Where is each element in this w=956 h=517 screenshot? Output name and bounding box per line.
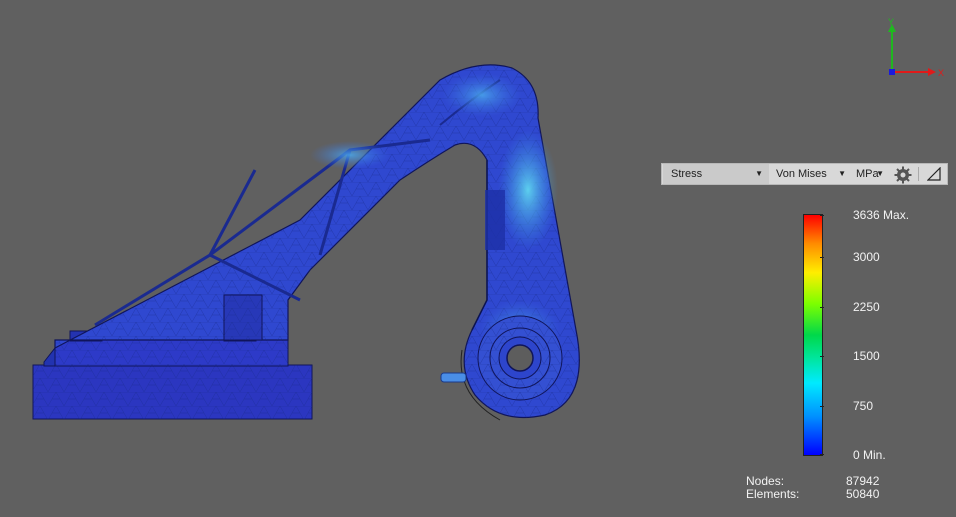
legend-tick-label: 2250 — [853, 300, 880, 314]
elements-label: Elements: — [746, 487, 800, 501]
mesh-statistics: Nodes: 87942 Elements: 50840 — [746, 475, 886, 501]
result-type-dropdown[interactable]: Stress ▼ — [663, 164, 769, 184]
unit-dropdown[interactable]: MPa ▼ — [854, 164, 890, 184]
gear-icon[interactable] — [894, 166, 912, 184]
base-plate — [32, 330, 313, 420]
legend-tick — [820, 257, 824, 258]
result-type-value: Stress — [671, 168, 703, 180]
component-value: Von Mises — [776, 168, 827, 180]
legend-tick — [820, 356, 824, 357]
triad-y-label: Y — [888, 17, 894, 27]
triad-x-label: X — [938, 68, 944, 78]
elements-row: Elements: 50840 — [746, 488, 886, 501]
legend-min-label: 0 Min. — [853, 448, 886, 462]
legend-tick-label: 750 — [853, 399, 874, 413]
legend-tick-label: 1500 — [853, 349, 880, 363]
legend-tick — [820, 406, 824, 407]
chevron-down-icon: ▼ — [755, 169, 763, 178]
chevron-down-icon: ▼ — [876, 169, 884, 178]
legend-tick — [820, 454, 824, 455]
corner-resize-icon[interactable] — [926, 166, 941, 181]
chevron-down-icon: ▼ — [838, 169, 846, 178]
legend-tick — [820, 307, 824, 308]
stress-color-scale — [803, 214, 823, 456]
component-dropdown[interactable]: Von Mises ▼ — [772, 164, 850, 184]
view-triad[interactable]: Y X — [870, 16, 950, 86]
legend-tick-label: 3000 — [853, 250, 880, 264]
toolbar-divider — [918, 167, 919, 181]
legend-max-label: 3636 Max. — [853, 208, 910, 222]
legend-tick — [820, 215, 824, 216]
results-toolbar: Stress ▼ Von Mises ▼ MPa ▼ — [661, 163, 948, 185]
elements-value: 50840 — [846, 487, 880, 501]
